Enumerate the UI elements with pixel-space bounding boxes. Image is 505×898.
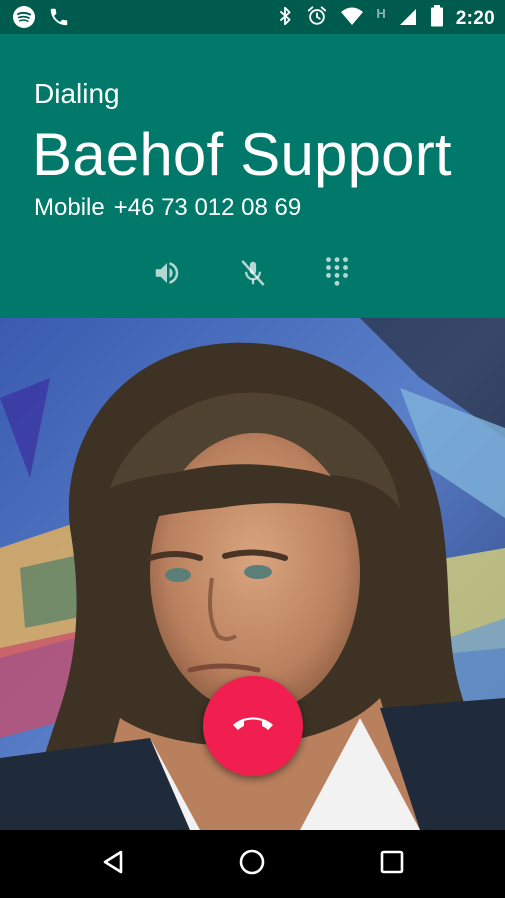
phone-icon [48, 6, 70, 33]
navigation-bar [0, 830, 505, 898]
battery-icon [430, 5, 444, 32]
home-icon [238, 848, 266, 881]
phone-number-line: Mobile +46 73 012 08 69 [34, 194, 301, 222]
bluetooth-icon [276, 5, 294, 32]
call-state: Dialing [34, 78, 120, 109]
recents-button[interactable] [376, 848, 408, 880]
status-right-icons: H 2:20 [276, 5, 495, 32]
home-button[interactable] [236, 848, 268, 880]
mute-microphone-icon [238, 258, 268, 293]
status-time: 2:20 [455, 7, 495, 29]
mute-button[interactable] [236, 258, 270, 292]
back-button[interactable] [97, 848, 129, 880]
speaker-icon [152, 258, 182, 293]
call-controls [150, 256, 360, 295]
end-call-button[interactable] [203, 676, 303, 776]
speaker-button[interactable] [150, 258, 184, 292]
end-call-icon [230, 713, 276, 740]
recents-icon [379, 849, 405, 880]
status-left-icons [12, 5, 70, 34]
alarm-icon [306, 5, 328, 32]
status-bar: H 2:20 [0, 0, 505, 34]
back-icon [100, 849, 126, 880]
call-header: Dialing Baehof Support Mobile +46 73 012 … [0, 34, 505, 318]
number-type-label: Mobile [34, 194, 105, 221]
dialpad-button[interactable] [320, 256, 354, 295]
spotify-icon [12, 5, 36, 34]
cell-signal-icon [398, 6, 418, 31]
phone-number: +46 73 012 08 69 [113, 194, 302, 221]
wifi-icon [340, 5, 364, 32]
dialpad-icon [322, 256, 352, 295]
network-type-badge: H [376, 6, 386, 21]
contact-name: Baehof Support [32, 121, 452, 188]
